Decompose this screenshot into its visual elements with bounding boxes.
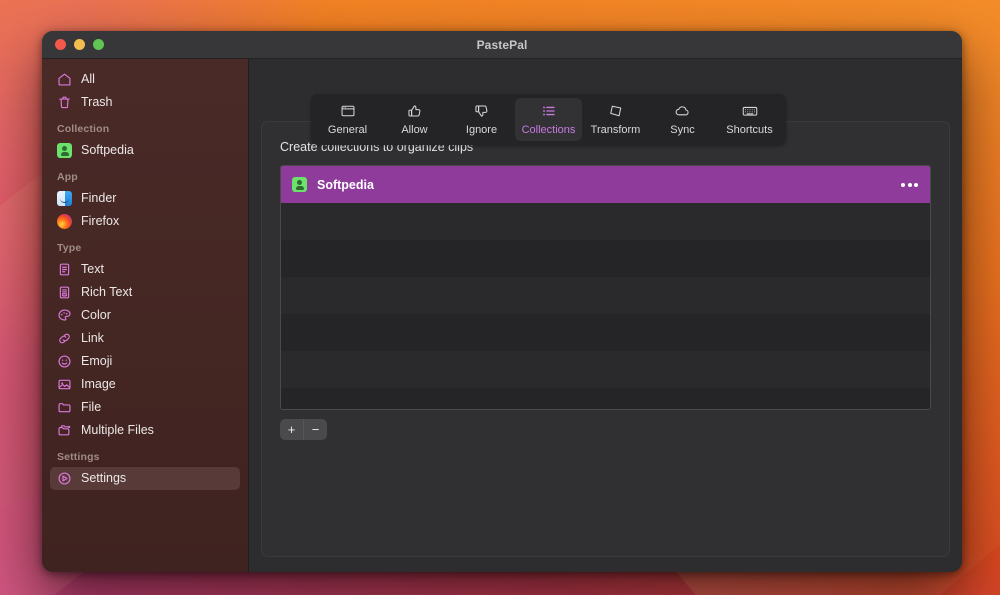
tab-transform[interactable]: Transform [582,98,649,141]
add-remove-segmented-control: + − [280,419,327,440]
keyboard-icon [741,102,759,119]
firefox-app-icon [57,214,72,229]
sidebar-item-all[interactable]: All [50,68,240,91]
cloud-icon [674,102,692,119]
transform-shape-icon [607,102,625,119]
sidebar-item-image[interactable]: Image [50,373,240,396]
sidebar-group-label: Settings [57,451,100,463]
empty-collection-row[interactable] [281,314,930,351]
window-title: PastePal [476,37,528,52]
settings-toolbar: General Allow Ignore Collections Transform Sy… [311,94,786,145]
rich-text-icon [59,286,70,299]
file-folder-icon [58,403,71,413]
sidebar-item-color[interactable]: Color [50,304,240,327]
sidebar-item-label: File [81,400,102,415]
sidebar-item-link[interactable]: Link [50,327,240,350]
sidebar-item-firefox[interactable]: Firefox [50,210,240,233]
contact-card-icon [292,177,307,192]
sidebar-item-label: Link [81,331,104,346]
tab-label: Collections [521,124,576,136]
tab-ignore[interactable]: Ignore [448,98,515,141]
collection-row[interactable]: Softpedia [281,166,930,203]
sidebar-item-label: Multiple Files [81,423,154,438]
thumbs-up-icon [406,102,424,119]
sidebar-item-trash[interactable]: Trash [50,91,240,114]
contact-card-icon [57,143,72,158]
emoji-icon [58,355,71,368]
add-collection-button[interactable]: + [280,419,303,440]
sidebar-item-multiple-files[interactable]: Multiple Files [50,419,240,442]
tab-shortcuts[interactable]: Shortcuts [716,98,783,141]
trash-icon [59,96,70,109]
tab-allow[interactable]: Allow [381,98,448,141]
sidebar-group-label: Collection [57,123,110,135]
sidebar-item-label: Softpedia [81,143,134,158]
collections-panel: Create collections to organize clips Sof… [261,121,950,557]
link-icon [59,333,70,344]
finder-app-icon [57,191,72,206]
sidebar-group-label: Type [57,242,82,254]
tab-label: Transform [590,124,641,136]
sidebar-item-settings[interactable]: Settings [50,467,240,490]
sidebar-item-file[interactable]: File [50,396,240,419]
window-icon [339,102,357,119]
collection-name: Softpedia [317,177,374,192]
empty-collection-row[interactable] [281,203,930,240]
sidebar-item-rich-text[interactable]: Rich Text [50,281,240,304]
tab-collections[interactable]: Collections [515,98,582,141]
thumbs-down-icon [473,102,491,119]
app-window: PastePal All Trash Collection Softpedia App F… [42,31,962,572]
home-icon [58,73,71,86]
more-options-icon[interactable] [901,182,918,187]
sidebar: All Trash Collection Softpedia App Finder Fire… [42,59,249,572]
tab-sync[interactable]: Sync [649,98,716,141]
color-palette-icon [58,309,71,321]
tab-label: Shortcuts [726,124,773,136]
multiple-files-icon [58,425,71,436]
window-titlebar: PastePal [42,31,962,59]
content-area: General Allow Ignore Collections Transform Sy… [249,59,962,572]
sidebar-item-label: Text [81,262,104,277]
sidebar-item-label: Firefox [81,214,120,229]
sidebar-item-label: Rich Text [81,285,133,300]
sidebar-item-label: Settings [81,471,127,486]
sidebar-item-softpedia[interactable]: Softpedia [50,139,240,162]
sidebar-item-label: Trash [81,95,113,110]
sidebar-item-label: Image [81,377,116,392]
collections-list[interactable]: Softpedia [280,165,931,410]
sidebar-item-text[interactable]: Text [50,258,240,281]
text-icon [59,263,70,276]
empty-collection-row[interactable] [281,240,930,277]
remove-collection-button[interactable]: − [304,419,327,440]
sidebar-item-label: Emoji [81,354,113,369]
sidebar-item-label: Color [81,308,111,323]
settings-gear-icon [58,472,71,485]
tab-label: Ignore [465,124,498,136]
sidebar-item-label: Finder [81,191,117,206]
sidebar-item-finder[interactable]: Finder [50,187,240,210]
list-bullet-icon [540,102,558,119]
empty-collection-row[interactable] [281,388,930,409]
image-icon [58,379,71,390]
sidebar-item-label: All [81,72,95,87]
tab-label: General [327,124,368,136]
sidebar-group-label: App [57,171,78,183]
window-body: All Trash Collection Softpedia App Finder Fire… [42,59,962,572]
tab-label: Allow [401,124,428,136]
tab-general[interactable]: General [314,98,381,141]
tab-label: Sync [670,124,695,136]
sidebar-item-emoji[interactable]: Emoji [50,350,240,373]
empty-collection-row[interactable] [281,277,930,314]
empty-collection-row[interactable] [281,351,930,388]
